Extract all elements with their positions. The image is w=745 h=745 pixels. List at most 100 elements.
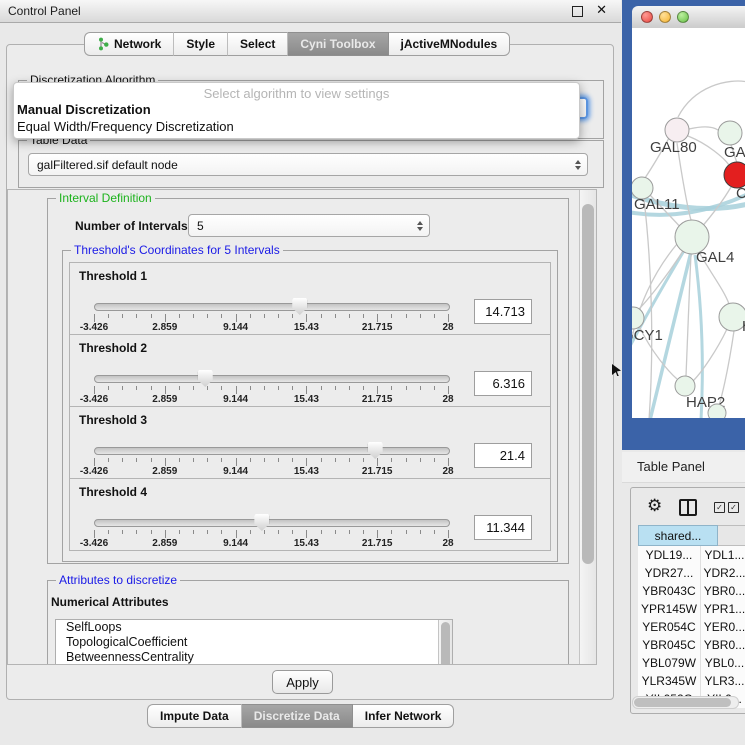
slider-tick xyxy=(321,458,322,462)
column-header-shared-name[interactable]: shared... xyxy=(638,525,718,546)
settings-scrollbar[interactable] xyxy=(579,190,596,664)
threshold-slider[interactable] xyxy=(94,375,450,383)
popup-item-equal-width-frequency[interactable]: Equal Width/Frequency Discretization xyxy=(17,119,234,134)
tab-style[interactable]: Style xyxy=(174,32,228,56)
table-hscrollbar-thumb[interactable] xyxy=(634,698,731,707)
slider-tick xyxy=(250,386,251,390)
tab-discretize-data[interactable]: Discretize Data xyxy=(242,704,353,728)
threshold-row: Threshold 1-3.4262.8599.14415.4321.71528… xyxy=(69,262,551,335)
tab-cyni-toolbox[interactable]: Cyni Toolbox xyxy=(288,32,388,56)
attribute-list-item[interactable]: TopologicalCoefficient xyxy=(56,635,452,650)
tab-jactivemnodules[interactable]: jActiveMNodules xyxy=(389,32,511,56)
slider-tick xyxy=(250,314,251,318)
slider-tick-label: 21.715 xyxy=(362,538,393,549)
slider-handle[interactable] xyxy=(292,298,307,315)
attributes-list-scrollbar[interactable] xyxy=(438,620,452,665)
table-row[interactable]: YPR145WYPR1... xyxy=(638,600,745,618)
table-row[interactable]: YER054CYER0... xyxy=(638,618,745,636)
slider-tick xyxy=(193,314,194,318)
checkbox-icon[interactable]: ✓ xyxy=(728,502,739,513)
popup-item-manual-discretization[interactable]: Manual Discretization xyxy=(17,102,151,117)
close-traffic-light[interactable] xyxy=(641,11,653,23)
slider-tick xyxy=(151,530,152,534)
table-rows: YDL19...YDL1...YDR27...YDR2...YBR043CYBR… xyxy=(638,546,745,708)
network-window-titlebar[interactable] xyxy=(632,6,745,29)
threshold-value-field[interactable]: 14.713 xyxy=(474,299,532,324)
table-row[interactable]: YLR345WYLR3... xyxy=(638,672,745,690)
slider-tick xyxy=(434,530,435,534)
threshold-value-field[interactable]: 21.4 xyxy=(474,443,532,468)
slider-tick xyxy=(377,386,378,394)
cell-shared-name: YBR045C xyxy=(638,636,701,654)
network-edge xyxy=(689,127,718,130)
slider-tick xyxy=(448,530,449,538)
threshold-slider[interactable] xyxy=(94,447,450,455)
slider-tick-label: 28 xyxy=(442,538,453,549)
settings-scrollbar-thumb[interactable] xyxy=(582,204,594,564)
network-node[interactable] xyxy=(675,376,695,396)
table-row[interactable]: YBR045CYBR0... xyxy=(638,636,745,654)
slider-tick xyxy=(335,314,336,318)
threshold-value-field[interactable]: 6.316 xyxy=(474,371,532,396)
threshold-slider[interactable] xyxy=(94,519,450,527)
columns-icon[interactable] xyxy=(679,499,697,516)
apply-button[interactable]: Apply xyxy=(272,670,333,694)
attribute-list-item[interactable]: BetweennessCentrality xyxy=(56,650,452,665)
network-node[interactable] xyxy=(708,404,726,418)
attributes-list-scrollbar-thumb[interactable] xyxy=(441,622,450,665)
threshold-value-field[interactable]: 11.344 xyxy=(474,515,532,540)
table-data-combobox[interactable]: galFiltered.sif default node xyxy=(28,153,588,176)
slider-tick xyxy=(165,314,166,322)
table-row[interactable]: YBR043CYBR0... xyxy=(638,582,745,600)
tab-select[interactable]: Select xyxy=(228,32,288,56)
tab-infer-network[interactable]: Infer Network xyxy=(353,704,455,728)
threshold-row: Threshold 2-3.4262.8599.14415.4321.71528… xyxy=(69,334,551,407)
number-of-intervals-combobox[interactable]: 5 xyxy=(188,214,430,237)
slider-tick xyxy=(136,458,137,462)
slider-tick xyxy=(306,386,307,394)
cell-name: YDR2... xyxy=(701,564,745,582)
slider-tick xyxy=(264,314,265,318)
zoom-traffic-light[interactable] xyxy=(677,11,689,23)
slider-tick xyxy=(94,314,95,322)
slider-tick xyxy=(406,530,407,534)
slider-tick xyxy=(292,458,293,462)
float-window-icon[interactable] xyxy=(572,6,583,17)
slider-tick xyxy=(377,458,378,466)
slider-tick xyxy=(207,530,208,534)
slider-tick xyxy=(406,458,407,462)
gear-icon[interactable]: ⚙ xyxy=(647,496,662,516)
slider-tick-label: 28 xyxy=(442,322,453,333)
settings-scroll-viewport: Interval Definition Number of Intervals … xyxy=(7,189,597,665)
table-hscrollbar[interactable] xyxy=(632,696,739,709)
slider-tick xyxy=(193,458,194,462)
close-icon[interactable]: ✕ xyxy=(596,2,607,18)
minimize-traffic-light[interactable] xyxy=(659,11,671,23)
screenshot-root: Control Panel ✕ Network Style Select Cyn… xyxy=(0,0,745,745)
slider-handle[interactable] xyxy=(198,370,213,387)
network-node[interactable] xyxy=(718,121,742,145)
table-row[interactable]: YBL079WYBL0... xyxy=(638,654,745,672)
attribute-list-item[interactable]: SelfLoops xyxy=(56,620,452,635)
threshold-slider[interactable] xyxy=(94,303,450,311)
cell-shared-name: YDL19... xyxy=(638,546,701,564)
column-header-name[interactable]: n... xyxy=(718,525,745,546)
threshold-coordinates-group: Threshold's Coordinates for 5 Intervals … xyxy=(62,250,558,562)
numerical-attributes-heading: Numerical Attributes xyxy=(51,595,169,609)
checkbox-icon[interactable]: ✓ xyxy=(714,502,725,513)
numerical-attributes-list[interactable]: SelfLoopsTopologicalCoefficientBetweenne… xyxy=(55,619,453,665)
slider-tick xyxy=(321,530,322,534)
slider-handle[interactable] xyxy=(254,514,269,531)
table-row[interactable]: YDR27...YDR2... xyxy=(638,564,745,582)
slider-tick xyxy=(165,458,166,466)
table-row[interactable]: YDL19...YDL1... xyxy=(638,546,745,564)
network-canvas[interactable]: GAL80GALCGAL11GAL4GCY1HHAP2 xyxy=(632,28,745,418)
threshold-label: Threshold 3 xyxy=(79,413,147,427)
slider-handle[interactable] xyxy=(368,442,383,459)
slider-tick-label: -3.426 xyxy=(80,322,108,333)
slider-tick xyxy=(207,314,208,318)
slider-tick xyxy=(406,314,407,318)
tab-impute-data[interactable]: Impute Data xyxy=(147,704,242,728)
tab-network[interactable]: Network xyxy=(84,32,174,56)
slider-tick xyxy=(292,530,293,534)
